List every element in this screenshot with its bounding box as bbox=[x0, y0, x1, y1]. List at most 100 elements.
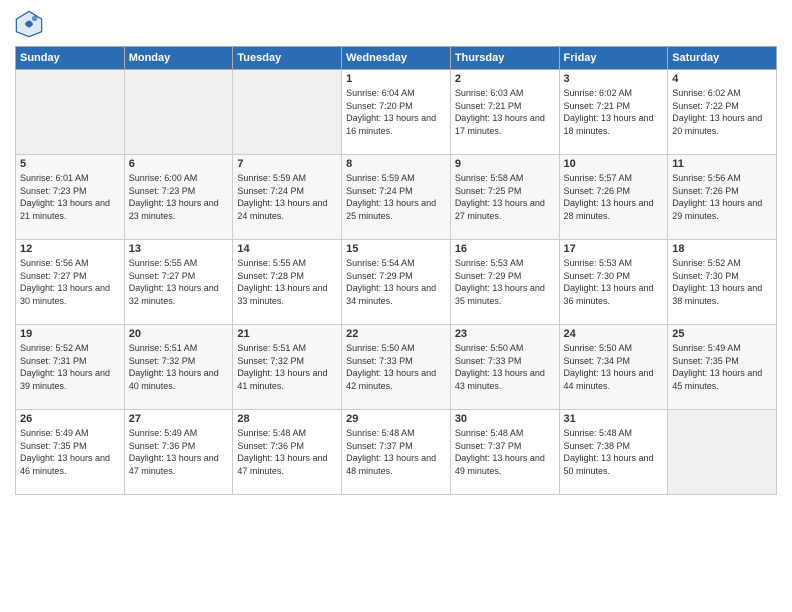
calendar-cell: 22 Sunrise: 5:50 AMSunset: 7:33 PMDayligh… bbox=[342, 325, 451, 410]
day-info: Sunrise: 5:57 AMSunset: 7:26 PMDaylight:… bbox=[564, 172, 664, 222]
calendar-cell: 23 Sunrise: 5:50 AMSunset: 7:33 PMDayligh… bbox=[450, 325, 559, 410]
day-number: 19 bbox=[20, 328, 120, 340]
day-info: Sunrise: 5:48 AMSunset: 7:37 PMDaylight:… bbox=[346, 427, 446, 477]
calendar-cell: 29 Sunrise: 5:48 AMSunset: 7:37 PMDayligh… bbox=[342, 410, 451, 495]
day-number: 17 bbox=[564, 243, 664, 255]
day-info: Sunrise: 5:53 AMSunset: 7:29 PMDaylight:… bbox=[455, 257, 555, 307]
calendar-cell: 7 Sunrise: 5:59 AMSunset: 7:24 PMDaylight… bbox=[233, 155, 342, 240]
day-number: 11 bbox=[672, 158, 772, 170]
day-number: 3 bbox=[564, 73, 664, 85]
calendar-body: 1Sunrise: 6:04 AMSunset: 7:20 PMDaylight… bbox=[16, 70, 777, 495]
day-number: 6 bbox=[129, 158, 229, 170]
calendar-week-row: 19 Sunrise: 5:52 AMSunset: 7:31 PMDayligh… bbox=[16, 325, 777, 410]
day-number: 16 bbox=[455, 243, 555, 255]
calendar-cell: 17 Sunrise: 5:53 AMSunset: 7:30 PMDayligh… bbox=[559, 240, 668, 325]
calendar-cell: 18Sunrise: 5:52 AMSunset: 7:30 PMDayligh… bbox=[668, 240, 777, 325]
day-info: Sunrise: 5:48 AMSunset: 7:38 PMDaylight:… bbox=[564, 427, 664, 477]
day-header-row: SundayMondayTuesdayWednesdayThursdayFrid… bbox=[16, 47, 777, 70]
day-number: 15 bbox=[346, 243, 446, 255]
day-number: 31 bbox=[564, 413, 664, 425]
day-number: 30 bbox=[455, 413, 555, 425]
calendar-cell: 10 Sunrise: 5:57 AMSunset: 7:26 PMDayligh… bbox=[559, 155, 668, 240]
day-info: Sunrise: 6:03 AMSunset: 7:21 PMDaylight:… bbox=[455, 87, 555, 137]
day-number: 21 bbox=[237, 328, 337, 340]
day-number: 1 bbox=[346, 73, 446, 85]
day-info: Sunrise: 6:00 AMSunset: 7:23 PMDaylight:… bbox=[129, 172, 229, 222]
day-number: 5 bbox=[20, 158, 120, 170]
calendar-cell: 8 Sunrise: 5:59 AMSunset: 7:24 PMDaylight… bbox=[342, 155, 451, 240]
day-info: Sunrise: 5:55 AMSunset: 7:28 PMDaylight:… bbox=[237, 257, 337, 307]
calendar-cell: 24Sunrise: 5:50 AMSunset: 7:34 PMDayligh… bbox=[559, 325, 668, 410]
day-number: 9 bbox=[455, 158, 555, 170]
day-info: Sunrise: 5:51 AMSunset: 7:32 PMDaylight:… bbox=[237, 342, 337, 392]
day-info: Sunrise: 5:49 AMSunset: 7:35 PMDaylight:… bbox=[20, 427, 120, 477]
day-info: Sunrise: 5:51 AMSunset: 7:32 PMDaylight:… bbox=[129, 342, 229, 392]
calendar-cell: 11 Sunrise: 5:56 AMSunset: 7:26 PMDayligh… bbox=[668, 155, 777, 240]
calendar-cell: 6 Sunrise: 6:00 AMSunset: 7:23 PMDaylight… bbox=[124, 155, 233, 240]
day-info: Sunrise: 5:56 AMSunset: 7:26 PMDaylight:… bbox=[672, 172, 772, 222]
day-info: Sunrise: 5:55 AMSunset: 7:27 PMDaylight:… bbox=[129, 257, 229, 307]
day-info: Sunrise: 6:02 AMSunset: 7:21 PMDaylight:… bbox=[564, 87, 664, 137]
day-number: 14 bbox=[237, 243, 337, 255]
calendar-cell: 28 Sunrise: 5:48 AMSunset: 7:36 PMDayligh… bbox=[233, 410, 342, 495]
day-number: 13 bbox=[129, 243, 229, 255]
day-number: 4 bbox=[672, 73, 772, 85]
calendar-cell bbox=[124, 70, 233, 155]
page-header bbox=[15, 10, 777, 38]
calendar-cell: 31 Sunrise: 5:48 AMSunset: 7:38 PMDayligh… bbox=[559, 410, 668, 495]
day-number: 7 bbox=[237, 158, 337, 170]
calendar-cell: 4Sunrise: 6:02 AMSunset: 7:22 PMDaylight… bbox=[668, 70, 777, 155]
day-info: Sunrise: 5:48 AMSunset: 7:37 PMDaylight:… bbox=[455, 427, 555, 477]
calendar-cell: 14 Sunrise: 5:55 AMSunset: 7:28 PMDayligh… bbox=[233, 240, 342, 325]
day-info: Sunrise: 5:54 AMSunset: 7:29 PMDaylight:… bbox=[346, 257, 446, 307]
day-info: Sunrise: 5:52 AMSunset: 7:31 PMDaylight:… bbox=[20, 342, 120, 392]
day-number: 12 bbox=[20, 243, 120, 255]
calendar-cell: 20Sunrise: 5:51 AMSunset: 7:32 PMDayligh… bbox=[124, 325, 233, 410]
calendar-cell: 9 Sunrise: 5:58 AMSunset: 7:25 PMDaylight… bbox=[450, 155, 559, 240]
calendar-cell: 5 Sunrise: 6:01 AMSunset: 7:23 PMDaylight… bbox=[16, 155, 125, 240]
day-info: Sunrise: 5:59 AMSunset: 7:24 PMDaylight:… bbox=[346, 172, 446, 222]
calendar-cell: 16 Sunrise: 5:53 AMSunset: 7:29 PMDayligh… bbox=[450, 240, 559, 325]
day-number: 10 bbox=[564, 158, 664, 170]
day-of-week-header: Sunday bbox=[16, 47, 125, 70]
day-number: 22 bbox=[346, 328, 446, 340]
day-info: Sunrise: 5:59 AMSunset: 7:24 PMDaylight:… bbox=[237, 172, 337, 222]
calendar-cell: 19 Sunrise: 5:52 AMSunset: 7:31 PMDayligh… bbox=[16, 325, 125, 410]
day-info: Sunrise: 5:48 AMSunset: 7:36 PMDaylight:… bbox=[237, 427, 337, 477]
day-info: Sunrise: 5:58 AMSunset: 7:25 PMDaylight:… bbox=[455, 172, 555, 222]
day-of-week-header: Thursday bbox=[450, 47, 559, 70]
day-number: 25 bbox=[672, 328, 772, 340]
calendar-cell: 26 Sunrise: 5:49 AMSunset: 7:35 PMDayligh… bbox=[16, 410, 125, 495]
calendar-header: SundayMondayTuesdayWednesdayThursdayFrid… bbox=[16, 47, 777, 70]
day-of-week-header: Wednesday bbox=[342, 47, 451, 70]
day-number: 8 bbox=[346, 158, 446, 170]
day-info: Sunrise: 5:53 AMSunset: 7:30 PMDaylight:… bbox=[564, 257, 664, 307]
calendar-cell: 15 Sunrise: 5:54 AMSunset: 7:29 PMDayligh… bbox=[342, 240, 451, 325]
calendar-cell: 1Sunrise: 6:04 AMSunset: 7:20 PMDaylight… bbox=[342, 70, 451, 155]
day-number: 27 bbox=[129, 413, 229, 425]
calendar-week-row: 12Sunrise: 5:56 AMSunset: 7:27 PMDayligh… bbox=[16, 240, 777, 325]
day-of-week-header: Friday bbox=[559, 47, 668, 70]
calendar-cell bbox=[233, 70, 342, 155]
calendar-cell: 13 Sunrise: 5:55 AMSunset: 7:27 PMDayligh… bbox=[124, 240, 233, 325]
day-info: Sunrise: 5:49 AMSunset: 7:36 PMDaylight:… bbox=[129, 427, 229, 477]
day-number: 2 bbox=[455, 73, 555, 85]
day-number: 24 bbox=[564, 328, 664, 340]
day-number: 26 bbox=[20, 413, 120, 425]
day-number: 23 bbox=[455, 328, 555, 340]
calendar-cell: 25Sunrise: 5:49 AMSunset: 7:35 PMDayligh… bbox=[668, 325, 777, 410]
calendar-cell: 2 Sunrise: 6:03 AMSunset: 7:21 PMDaylight… bbox=[450, 70, 559, 155]
calendar-cell: 21 Sunrise: 5:51 AMSunset: 7:32 PMDayligh… bbox=[233, 325, 342, 410]
calendar-week-row: 1Sunrise: 6:04 AMSunset: 7:20 PMDaylight… bbox=[16, 70, 777, 155]
calendar-cell: 30 Sunrise: 5:48 AMSunset: 7:37 PMDayligh… bbox=[450, 410, 559, 495]
day-number: 28 bbox=[237, 413, 337, 425]
day-of-week-header: Monday bbox=[124, 47, 233, 70]
day-info: Sunrise: 5:50 AMSunset: 7:33 PMDaylight:… bbox=[346, 342, 446, 392]
calendar-week-row: 26 Sunrise: 5:49 AMSunset: 7:35 PMDayligh… bbox=[16, 410, 777, 495]
calendar-week-row: 5 Sunrise: 6:01 AMSunset: 7:23 PMDaylight… bbox=[16, 155, 777, 240]
day-info: Sunrise: 5:50 AMSunset: 7:33 PMDaylight:… bbox=[455, 342, 555, 392]
day-number: 18 bbox=[672, 243, 772, 255]
calendar-cell: 27 Sunrise: 5:49 AMSunset: 7:36 PMDayligh… bbox=[124, 410, 233, 495]
day-info: Sunrise: 6:01 AMSunset: 7:23 PMDaylight:… bbox=[20, 172, 120, 222]
day-number: 29 bbox=[346, 413, 446, 425]
